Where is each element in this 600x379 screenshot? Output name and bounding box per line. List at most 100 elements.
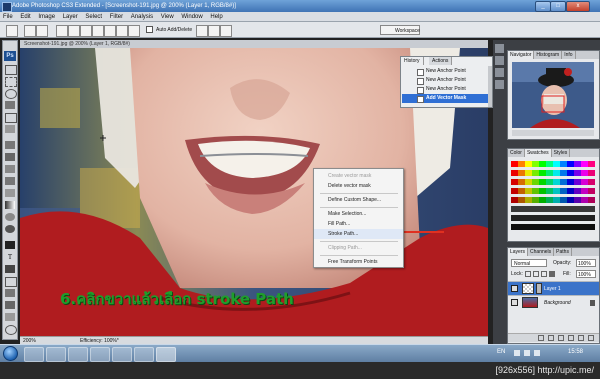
layer-row-background[interactable]: Background — [508, 295, 599, 309]
swatch[interactable] — [553, 188, 560, 194]
swatch[interactable] — [532, 206, 539, 212]
swatch[interactable] — [518, 188, 525, 194]
eye-icon[interactable] — [511, 285, 518, 292]
history-scrollbar[interactable] — [488, 66, 492, 107]
history-brush-tool-icon[interactable] — [5, 177, 15, 185]
swatch[interactable] — [560, 215, 567, 221]
swatch[interactable] — [511, 215, 518, 221]
swatch[interactable] — [539, 170, 546, 176]
swatch[interactable] — [532, 170, 539, 176]
swatch[interactable] — [560, 188, 567, 194]
zoom-slider[interactable] — [512, 130, 594, 136]
swatch[interactable] — [581, 179, 588, 185]
swatch[interactable] — [525, 161, 532, 167]
swatch[interactable] — [518, 197, 525, 203]
swatch[interactable] — [511, 179, 518, 185]
tray-icon[interactable] — [514, 350, 520, 356]
menu-filter[interactable]: Filter — [107, 12, 126, 22]
swatch[interactable] — [546, 224, 553, 230]
swatch[interactable] — [532, 215, 539, 221]
opacity-input[interactable]: 100% — [576, 259, 596, 267]
path-selection-tool-icon[interactable] — [5, 265, 15, 273]
swatch[interactable] — [588, 188, 595, 194]
swatch[interactable] — [546, 179, 553, 185]
blend-mode-select[interactable]: Normal — [511, 259, 547, 267]
swatch[interactable] — [560, 170, 567, 176]
tab-swatches[interactable]: Swatches — [524, 149, 552, 157]
media-taskbar-icon[interactable] — [90, 347, 110, 362]
swatch[interactable] — [525, 224, 532, 230]
clock[interactable]: 15:58 — [568, 349, 583, 355]
swatch[interactable] — [574, 188, 581, 194]
menu-view[interactable]: View — [158, 12, 177, 22]
menu-edit[interactable]: Edit — [17, 12, 33, 22]
swatch[interactable] — [546, 215, 553, 221]
swatch[interactable] — [574, 170, 581, 176]
swatch[interactable] — [581, 206, 588, 212]
menu-analysis[interactable]: Analysis — [128, 12, 156, 22]
app-taskbar-icon[interactable] — [134, 347, 154, 362]
history-row[interactable]: New Anchor Point — [402, 67, 488, 76]
hand-tool-icon[interactable] — [5, 313, 15, 321]
tab-actions[interactable]: Actions — [429, 57, 453, 65]
menu-item-fill-path[interactable]: Fill Path... — [314, 219, 403, 229]
history-row-selected[interactable]: Add Vector Mask — [402, 94, 488, 103]
menu-item-stroke-path[interactable]: Stroke Path... — [314, 229, 403, 239]
swatch[interactable] — [581, 197, 588, 203]
swatch[interactable] — [560, 224, 567, 230]
gradient-tool-icon[interactable] — [5, 201, 15, 209]
swatch[interactable] — [546, 161, 553, 167]
menu-help[interactable]: Help — [207, 12, 225, 22]
brushes-panel-icon[interactable] — [495, 80, 504, 89]
tab-history[interactable]: History — [401, 57, 424, 65]
pen-tool-preset-icon[interactable] — [6, 25, 18, 37]
swatch[interactable] — [532, 197, 539, 203]
menu-image[interactable]: Image — [35, 12, 58, 22]
swatch[interactable] — [588, 224, 595, 230]
brush-tool-icon[interactable] — [5, 153, 15, 161]
swatch[interactable] — [532, 161, 539, 167]
swatch-grid[interactable] — [511, 161, 595, 233]
new-layer-icon[interactable] — [578, 335, 584, 341]
swatch[interactable] — [511, 188, 518, 194]
swatch[interactable] — [525, 206, 532, 212]
eye-icon[interactable] — [511, 299, 518, 306]
link-layers-icon[interactable] — [538, 335, 544, 341]
add-to-path-icon[interactable] — [196, 25, 208, 37]
layer-style-icon[interactable] — [548, 335, 554, 341]
close-button[interactable]: x — [566, 1, 590, 12]
swatch[interactable] — [518, 215, 525, 221]
swatch[interactable] — [588, 179, 595, 185]
navigator-thumbnail[interactable] — [512, 62, 594, 128]
tray-icon[interactable] — [524, 350, 530, 356]
layer-row-layer-1[interactable]: Layer 1 — [508, 281, 599, 295]
type-tool-icon[interactable]: T — [5, 253, 15, 261]
tab-styles[interactable]: Styles — [552, 149, 571, 157]
marquee-tool-icon[interactable] — [5, 77, 17, 87]
swatch[interactable] — [567, 215, 574, 221]
swatch[interactable] — [525, 188, 532, 194]
swatch[interactable] — [567, 206, 574, 212]
language-indicator[interactable]: EN — [497, 349, 505, 355]
subtract-path-icon[interactable] — [208, 25, 220, 37]
swatch[interactable] — [560, 197, 567, 203]
swatch[interactable] — [574, 197, 581, 203]
notes-tool-icon[interactable] — [5, 289, 15, 297]
swatch[interactable] — [574, 206, 581, 212]
lock-all-icon[interactable] — [549, 271, 555, 277]
swatch[interactable] — [518, 224, 525, 230]
lock-pixels-icon[interactable] — [533, 271, 539, 277]
actions-panel-icon[interactable] — [495, 56, 504, 65]
swatch[interactable] — [539, 179, 546, 185]
swatch[interactable] — [546, 197, 553, 203]
minimize-button[interactable]: _ — [535, 1, 551, 12]
tab-info[interactable]: Info — [562, 51, 576, 59]
crop-tool-icon[interactable] — [5, 113, 17, 123]
tab-layers[interactable]: Layers — [508, 248, 529, 256]
swatch[interactable] — [546, 170, 553, 176]
swatch[interactable] — [532, 188, 539, 194]
menu-window[interactable]: Window — [178, 12, 205, 22]
magic-wand-tool-icon[interactable] — [5, 101, 15, 109]
shape-tool-icon[interactable] — [5, 277, 17, 287]
rounded-rectangle-icon[interactable] — [92, 25, 104, 37]
